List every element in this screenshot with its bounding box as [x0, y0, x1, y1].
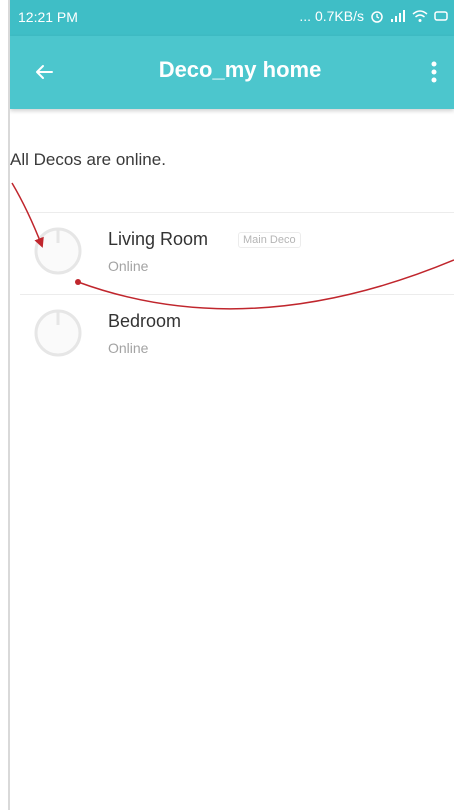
deco-device-icon	[34, 227, 82, 275]
signal-icon	[391, 10, 405, 22]
deco-list-item-bedroom[interactable]: Bedroom Online	[20, 295, 454, 373]
deco-name: Living Room	[108, 229, 209, 249]
status-time: 12:21 PM	[18, 9, 78, 25]
deco-name: Bedroom	[108, 311, 182, 331]
status-icons: ... 0.7KB/s	[299, 8, 448, 24]
left-frame-line	[8, 0, 10, 810]
arrow-left-icon	[36, 65, 53, 79]
deco-status: Online	[108, 258, 149, 274]
left-margin	[0, 0, 8, 810]
main-content: All Decos are online. Living Room Main D…	[10, 109, 454, 810]
alarm-icon	[371, 11, 383, 23]
back-button[interactable]	[28, 56, 60, 88]
deco-device-icon	[34, 309, 82, 357]
battery-icon	[434, 11, 448, 21]
network-speed: ... 0.7KB/s	[299, 8, 364, 24]
wifi-icon	[412, 10, 428, 22]
more-options-button[interactable]	[424, 58, 444, 88]
app-bar: Deco_my home	[10, 36, 454, 109]
more-vertical-icon	[431, 61, 437, 83]
status-bar: 12:21 PM ... 0.7KB/s	[10, 0, 454, 36]
deco-status: Online	[108, 340, 149, 356]
network-status-message: All Decos are online.	[10, 150, 166, 169]
page-title: Deco_my home	[158, 57, 322, 82]
main-deco-badge: Main Deco	[238, 232, 301, 248]
deco-list-item-living-room[interactable]: Living Room Main Deco Online	[20, 213, 454, 295]
